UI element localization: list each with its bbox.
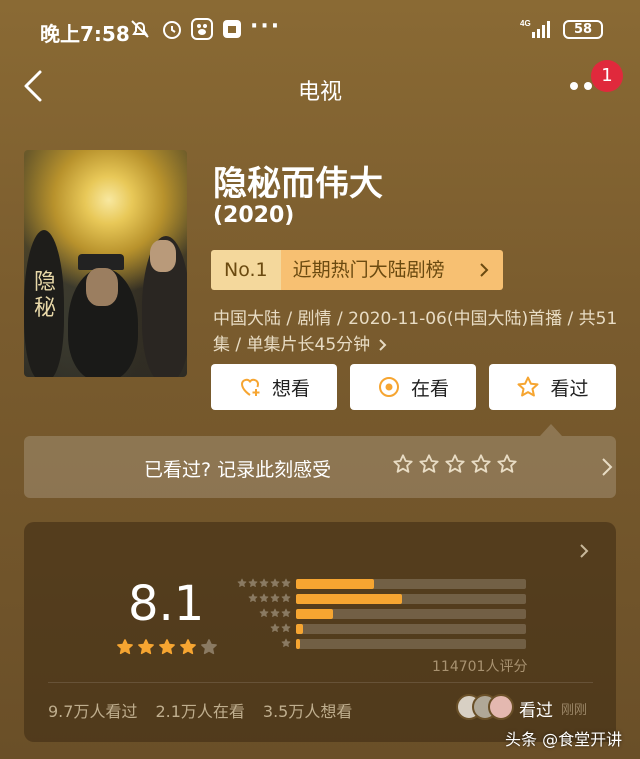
meta-line-1: 中国大陆 / 剧情 / 2020-11-06(中国大陆)首播 / 共51	[213, 309, 618, 329]
friend-avatars[interactable]	[456, 694, 516, 720]
want-button[interactable]: 想看	[211, 364, 337, 410]
distribution-row	[232, 578, 532, 590]
svg-text:4G: 4G	[520, 19, 531, 28]
distribution-row	[232, 638, 532, 650]
star-icon	[517, 376, 539, 397]
chevron-right-icon	[479, 250, 489, 290]
small-star-icon	[259, 578, 269, 587]
small-star-icon	[259, 608, 269, 617]
distribution-stars	[237, 578, 291, 588]
page-title: 电视	[297, 80, 342, 105]
distribution-row	[232, 623, 532, 635]
rank-tag[interactable]: No.1 近期热门大陆剧榜	[211, 250, 503, 290]
empty-star-icon	[497, 454, 517, 473]
watched-label: 看过	[550, 377, 589, 400]
target-icon	[378, 377, 399, 397]
divider	[48, 682, 593, 683]
rating-count: 114701人评分	[432, 659, 528, 675]
empty-rating-stars[interactable]	[392, 453, 518, 475]
empty-star-icon	[471, 454, 491, 473]
distribution-track	[296, 624, 526, 634]
mute-icon	[128, 17, 152, 41]
small-star-icon	[259, 593, 269, 602]
distribution-bar	[296, 624, 303, 634]
battery-icon: 58	[563, 20, 603, 39]
distribution-row	[232, 608, 532, 620]
rank-number: No.1	[211, 250, 281, 290]
rank-label: 近期热门大陆剧榜	[292, 259, 445, 281]
empty-star-icon	[419, 454, 439, 473]
show-title: 隐秘而伟大	[213, 164, 383, 204]
meta-chevron-icon	[379, 339, 387, 351]
rating-score: 8.1	[128, 576, 205, 632]
filled-star-icon	[159, 639, 175, 655]
distribution-stars	[270, 623, 291, 633]
small-star-icon	[270, 608, 280, 617]
heart-plus-icon	[240, 378, 260, 396]
distribution-bar	[296, 594, 402, 604]
small-star-icon	[248, 578, 258, 587]
rating-card[interactable]: 8.1 114701人评分 9.7万人看过 2.1万人在看 3.5万人想看 看过…	[24, 522, 616, 742]
small-star-icon	[270, 578, 280, 587]
show-meta[interactable]: 中国大陆 / 剧情 / 2020-11-06(中国大陆)首播 / 共51 集 /…	[213, 306, 623, 358]
watermark: 头条 @食堂开讲	[505, 730, 623, 749]
signal-icon: 4G	[520, 18, 554, 40]
small-star-icon	[248, 593, 258, 602]
small-star-icon	[281, 578, 291, 587]
distribution-stars	[259, 608, 291, 618]
stat-watching: 2.1万人在看	[155, 702, 245, 721]
status-more-indicator: ···	[250, 14, 282, 39]
stat-watched: 9.7万人看过	[48, 702, 138, 721]
seen-time: 刚刚	[561, 703, 588, 718]
record-feeling-panel[interactable]: 已看过? 记录此刻感受	[24, 436, 616, 498]
small-star-icon	[281, 638, 291, 647]
distribution-track	[296, 639, 526, 649]
distribution-bar	[296, 639, 300, 649]
alarm-icon	[160, 17, 184, 41]
filled-star-icon	[180, 639, 196, 655]
panel-caret	[540, 424, 562, 436]
record-prompt: 已看过? 记录此刻感受	[144, 459, 332, 481]
small-star-icon	[281, 623, 291, 632]
distribution-stars	[281, 638, 291, 648]
want-label: 想看	[271, 377, 310, 400]
poster-image[interactable]: 隐秘	[24, 150, 187, 377]
distribution-row	[232, 593, 532, 605]
filled-star-icon	[138, 639, 154, 655]
distribution-stars	[248, 593, 291, 603]
avatar	[488, 694, 514, 720]
notification-badge[interactable]: 1	[591, 60, 623, 92]
small-star-icon	[270, 593, 280, 602]
stat-want: 3.5万人想看	[262, 702, 353, 721]
show-year: (2020)	[213, 203, 295, 228]
mi-app-icon	[220, 17, 244, 41]
empty-star-icon	[393, 454, 413, 473]
distribution-track	[296, 594, 526, 604]
small-star-icon	[270, 623, 280, 632]
rating-stars	[116, 638, 218, 656]
status-bar: 晚上7:58 ··· 4G 58	[0, 0, 640, 60]
empty-star-icon	[201, 639, 217, 655]
seen-label: 看过	[519, 701, 553, 721]
distribution-bar	[296, 609, 333, 619]
watching-label: 在看	[410, 377, 449, 400]
small-star-icon	[281, 608, 291, 617]
filled-star-icon	[117, 639, 133, 655]
small-star-icon	[281, 593, 291, 602]
status-time: 晚上7:58	[40, 22, 130, 46]
watching-button[interactable]: 在看	[350, 364, 476, 410]
small-star-icon	[237, 578, 247, 587]
chevron-right-icon	[602, 458, 613, 476]
chevron-right-icon	[580, 544, 589, 558]
empty-star-icon	[445, 454, 465, 473]
watched-button[interactable]: 看过	[489, 364, 616, 410]
distribution-track	[296, 579, 526, 589]
baidu-app-icon	[190, 17, 214, 41]
audience-stats: 9.7万人看过 2.1万人在看 3.5万人想看	[48, 698, 352, 722]
distribution-bar	[296, 579, 375, 589]
meta-line-2: 集 / 单集片长45分钟	[213, 335, 371, 355]
distribution-track	[296, 609, 526, 619]
